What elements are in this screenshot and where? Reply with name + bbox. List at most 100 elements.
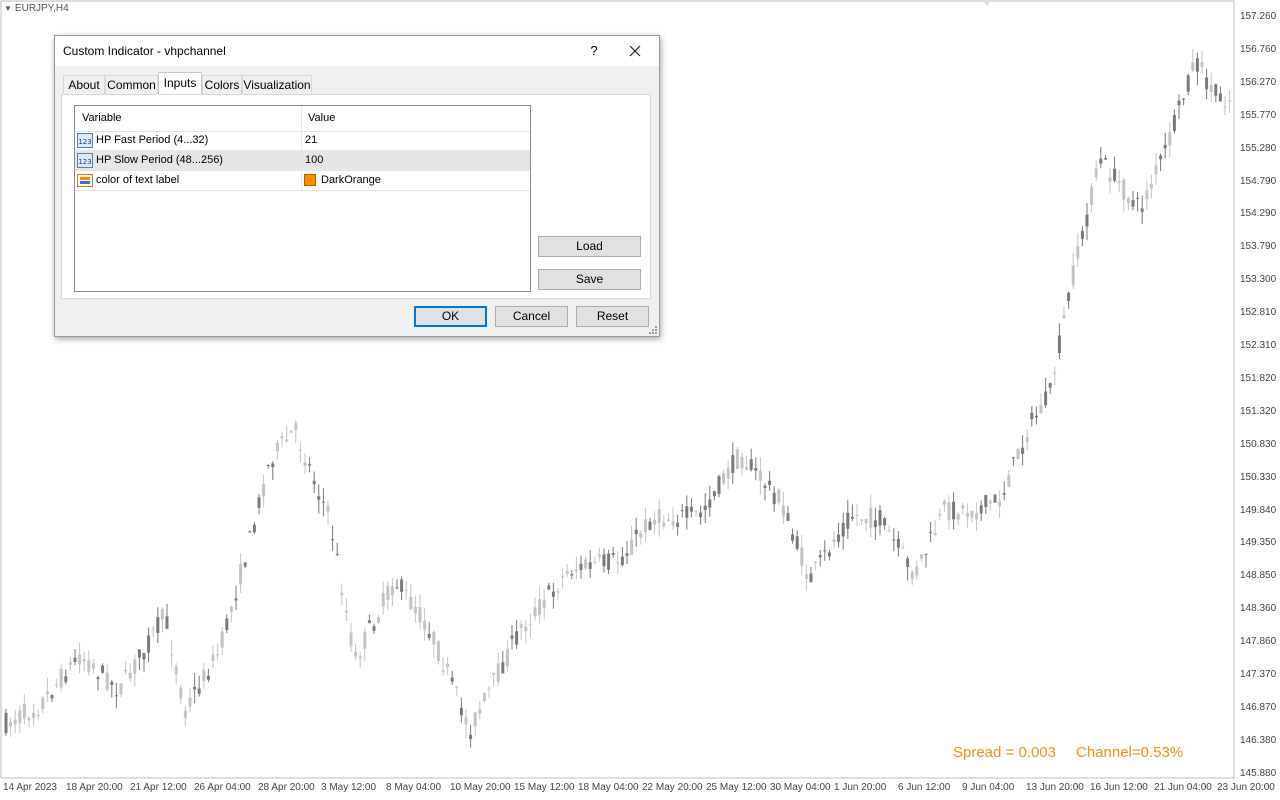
candle-body <box>501 662 505 674</box>
candle-body <box>1011 457 1015 459</box>
tab-visualization[interactable]: Visualization <box>242 75 312 94</box>
candle-body <box>873 520 877 528</box>
candle-body <box>266 464 270 466</box>
close-button[interactable] <box>621 39 649 63</box>
candle-body <box>1122 179 1126 200</box>
variable-value[interactable]: 100 <box>305 154 323 166</box>
candle-body <box>220 631 224 648</box>
candle-body <box>694 510 698 512</box>
time-tick-label: 21 Jun 04:00 <box>1154 782 1212 793</box>
candle-body <box>119 683 123 695</box>
candle-body <box>87 660 91 673</box>
candle-body <box>137 649 141 658</box>
variable-value[interactable]: 21 <box>305 134 317 146</box>
candle-body <box>1016 448 1020 459</box>
candle-body <box>331 539 335 541</box>
cancel-button[interactable]: Cancel <box>495 306 568 327</box>
save-button[interactable]: Save <box>538 269 641 290</box>
candle-body <box>869 507 873 528</box>
candle-body <box>128 672 132 679</box>
candle-body <box>814 561 818 563</box>
time-tick-label: 18 May 04:00 <box>578 782 639 793</box>
candle-body <box>1080 230 1084 239</box>
candle-body <box>133 659 137 674</box>
candle-body <box>666 519 670 522</box>
candle-body <box>96 677 100 680</box>
candle-body <box>998 501 1002 507</box>
input-row[interactable]: 123 HP Slow Period (48...256) 100 <box>75 151 530 171</box>
candle-body <box>156 617 160 633</box>
candle-body <box>542 600 546 608</box>
candle-body <box>1154 165 1158 175</box>
variable-value[interactable]: DarkOrange <box>321 174 381 186</box>
candle-body <box>418 607 422 623</box>
tab-inputs[interactable]: Inputs <box>158 72 202 95</box>
candle-body <box>551 591 555 597</box>
time-tick-label: 28 Apr 20:00 <box>258 782 315 793</box>
candle-body <box>441 670 445 673</box>
candle-body <box>45 691 49 695</box>
custom-indicator-dialog: Custom Indicator - vhpchannel ? About Co… <box>54 35 660 337</box>
dialog-titlebar[interactable]: Custom Indicator - vhpchannel ? <box>55 36 659 66</box>
column-header-value[interactable]: Value <box>308 112 335 124</box>
candle-body <box>78 654 82 665</box>
candle-body <box>243 562 247 567</box>
candle-body <box>850 516 854 519</box>
candle-body <box>556 591 560 593</box>
candle-body <box>993 495 997 503</box>
candle-body <box>597 554 601 557</box>
candle-body <box>772 492 776 505</box>
time-tick-label: 14 Apr 2023 <box>3 782 57 793</box>
price-tick-label: 151.320 <box>1240 405 1277 417</box>
help-button[interactable]: ? <box>582 39 606 63</box>
candle-body <box>786 513 790 521</box>
candle-body <box>257 497 261 508</box>
tab-common[interactable]: Common <box>105 75 158 94</box>
price-tick-label: 153.790 <box>1240 241 1277 253</box>
candle-body <box>404 589 408 591</box>
candle-body <box>570 574 574 576</box>
candle-body <box>390 586 394 596</box>
candle-body <box>510 635 514 639</box>
candle-body <box>763 485 767 489</box>
candle-body <box>409 596 413 610</box>
candle-body <box>363 631 367 649</box>
candle-body <box>303 462 307 466</box>
ok-button[interactable]: OK <box>414 306 487 327</box>
candle-body <box>206 675 210 680</box>
candle-body <box>1145 190 1149 200</box>
input-row[interactable]: color of text label DarkOrange <box>75 171 530 191</box>
candle-body <box>473 712 477 727</box>
candle-body <box>680 510 684 512</box>
tab-about[interactable]: About <box>63 75 105 94</box>
candle-body <box>280 436 284 439</box>
candle-body <box>1214 84 1218 96</box>
candle-body <box>878 510 882 526</box>
input-row[interactable]: 123 HP Fast Period (4...32) 21 <box>75 131 530 151</box>
candle-body <box>110 681 114 685</box>
candle-body <box>1044 391 1048 406</box>
candle-body <box>68 662 72 665</box>
resize-grip-icon[interactable] <box>649 326 657 334</box>
time-tick-label: 26 Apr 04:00 <box>194 782 251 793</box>
tab-colors[interactable]: Colors <box>202 75 242 94</box>
candle-body <box>13 719 17 725</box>
candle-body <box>818 555 822 558</box>
price-tick-label: 147.860 <box>1240 636 1277 648</box>
candle-body <box>1076 245 1080 259</box>
svg-text:123: 123 <box>78 158 91 166</box>
candle-body <box>165 616 169 629</box>
candle-body <box>308 464 312 466</box>
candle-body <box>887 530 891 532</box>
candle-body <box>183 710 187 718</box>
load-button[interactable]: Load <box>538 236 641 257</box>
candle-body <box>105 672 109 690</box>
integer-icon: 123 <box>77 153 93 168</box>
candle-body <box>41 697 45 709</box>
candle-body <box>809 573 813 583</box>
candle-body <box>225 618 229 630</box>
candle-body <box>367 620 371 624</box>
candle-body <box>643 519 647 533</box>
reset-button[interactable]: Reset <box>576 306 649 327</box>
column-header-variable[interactable]: Variable <box>82 112 122 124</box>
